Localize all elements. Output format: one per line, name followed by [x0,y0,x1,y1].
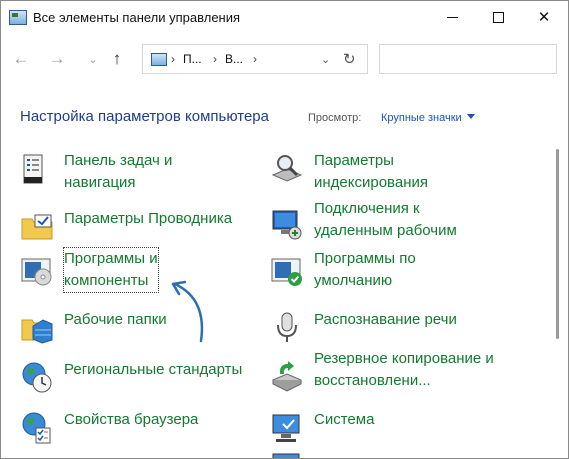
control-panel-window: Все элементы панели управления ✕ ← → ⌄ ↑… [0,0,569,459]
annotation-arrow-icon [171,280,204,343]
